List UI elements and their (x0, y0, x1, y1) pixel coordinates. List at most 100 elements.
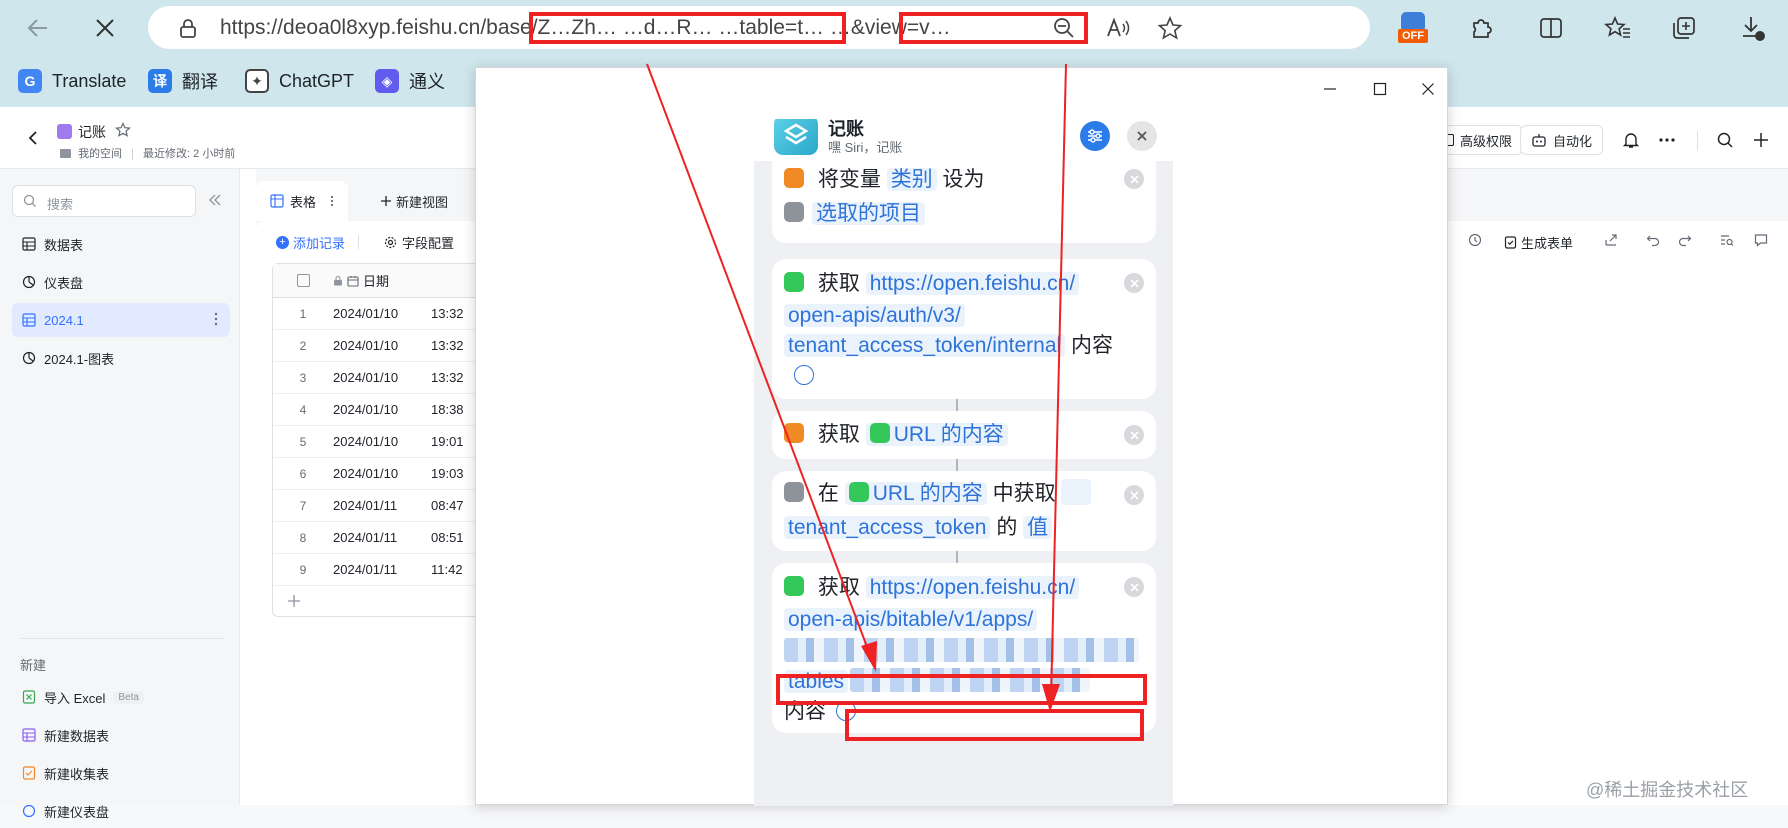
row-date[interactable]: 2024/01/10 (333, 370, 431, 385)
row-date[interactable]: 2024/01/11 (333, 562, 431, 577)
stop-button[interactable] (85, 8, 125, 48)
back-button[interactable] (18, 8, 58, 48)
excel-icon (22, 690, 36, 704)
find-icon[interactable] (1720, 233, 1734, 247)
date-column-header[interactable]: 日期 (363, 271, 389, 290)
new-dashboard-item[interactable]: 新建仪表盘 (12, 794, 230, 828)
star-icon[interactable] (115, 122, 131, 138)
extensions-puzzle-icon[interactable] (1463, 10, 1499, 46)
row-date[interactable]: 2024/01/11 (333, 530, 431, 545)
read-aloud-icon[interactable] (1104, 14, 1132, 42)
action-get-url-contents[interactable]: 获取 URL 的内容 (772, 411, 1156, 459)
share-icon[interactable] (1604, 233, 1618, 247)
plus-icon[interactable] (1748, 127, 1774, 153)
tab-new-view[interactable]: 新建视图 (366, 181, 462, 221)
dict-type-token[interactable] (1061, 479, 1092, 505)
row-date[interactable]: 2024/01/10 (333, 434, 431, 449)
expand-chevron-icon[interactable] (794, 365, 814, 385)
remove-action-button[interactable] (1124, 425, 1144, 445)
lock-icon[interactable] (174, 14, 202, 42)
remove-action-button[interactable] (1124, 169, 1144, 189)
remove-action-button[interactable] (1124, 485, 1144, 505)
action-get-token-url[interactable]: 获取 https://open.feishu.cn/ open-apis/aut… (772, 259, 1156, 399)
row-date[interactable]: 2024/01/10 (333, 402, 431, 417)
row-date[interactable]: 2024/01/11 (333, 498, 431, 513)
expand-chevron-icon[interactable] (835, 701, 856, 721)
variable-token-category[interactable]: 类别 (886, 168, 937, 191)
bookmark-chatgpt[interactable]: ✦ ChatGPT (245, 65, 354, 97)
undo-icon[interactable] (1646, 233, 1660, 247)
row-date[interactable]: 2024/01/10 (333, 338, 431, 353)
bookmark-tongyi[interactable]: ◈ 通义 (375, 65, 445, 97)
favorite-star-icon[interactable] (1156, 14, 1184, 42)
automation-button[interactable]: 自动化 (1520, 125, 1604, 155)
dict-source-token[interactable]: URL 的内容 (844, 482, 987, 505)
row-number: 9 (299, 562, 307, 577)
tab-grid-view[interactable]: 表格 (256, 181, 349, 221)
selected-item-token[interactable]: 选取的项目 (812, 202, 925, 225)
redo-icon[interactable] (1678, 233, 1692, 247)
close-editor-button[interactable] (1127, 121, 1157, 151)
sidebar-search-input[interactable]: 搜索 (12, 185, 196, 217)
extension-badge[interactable]: OFF (1398, 12, 1428, 44)
dict-key-token[interactable]: tenant_access_token (784, 516, 991, 539)
bookmark-fanyi[interactable]: 译 翻译 (148, 65, 218, 97)
remove-action-button[interactable] (1124, 273, 1144, 293)
generate-form-button[interactable]: 生成表单 (1504, 233, 1573, 252)
dashboard-icon (22, 804, 36, 818)
maximize-button[interactable] (1365, 76, 1395, 102)
shortcut-editor: 记账 嘿 Siri，记账 将变量 类别 设为 选取的项目 获取 https://… (754, 119, 1173, 806)
comment-icon[interactable] (1754, 233, 1768, 247)
tab-more-icon[interactable] (330, 195, 334, 207)
redacted-table-id[interactable] (850, 668, 1091, 692)
bitable-url-part2[interactable]: open-apis/bitable/v1/apps/ (784, 608, 1038, 631)
sidebar-item-datatable[interactable]: 数据表 (12, 227, 230, 261)
minimize-button[interactable] (1315, 76, 1345, 102)
zoom-out-icon[interactable] (1050, 14, 1078, 42)
token-url-part2[interactable]: open-apis/auth/v3/ (784, 304, 965, 327)
new-section-label: 新建 (20, 658, 47, 673)
history-icon[interactable] (1468, 233, 1482, 247)
collapse-sidebar-icon[interactable] (208, 193, 222, 207)
favorites-icon[interactable] (1600, 10, 1636, 46)
dict-value-token[interactable]: 值 (1023, 516, 1053, 539)
field-config-button[interactable]: 字段配置 (384, 233, 454, 252)
bookmark-translate[interactable]: G Translate (18, 65, 126, 97)
new-datatable-item[interactable]: 新建数据表 (12, 718, 230, 752)
address-bar[interactable]: https://deoa0l8xyp.feishu.cn/base/Z…Zh… … (148, 6, 1370, 49)
close-icon (1137, 131, 1147, 141)
action-get-bitable-url[interactable]: 获取 https://open.feishu.cn/ open-apis/bit… (772, 563, 1156, 733)
search-icon[interactable] (1712, 127, 1738, 153)
new-form-item[interactable]: 新建收集表 (12, 756, 230, 790)
more-icon[interactable] (1654, 127, 1680, 153)
bell-icon[interactable] (1618, 127, 1644, 153)
bitable-url-part4[interactable]: tables (784, 670, 849, 693)
split-screen-icon[interactable] (1533, 10, 1569, 46)
select-all-checkbox[interactable] (273, 274, 333, 287)
action-get-dictionary-value[interactable]: 在 URL 的内容 中获取 tenant_access_token 的 值 (772, 471, 1156, 551)
row-date[interactable]: 2024/01/10 (333, 466, 431, 481)
url-contents-token[interactable]: URL 的内容 (865, 423, 1008, 446)
sidebar-item-dashboard[interactable]: 仪表盘 (12, 265, 230, 299)
downloads-icon[interactable] (1735, 10, 1771, 46)
doc-location[interactable]: 我的空间 (78, 148, 122, 160)
tongyi-icon: ◈ (375, 69, 399, 93)
sidebar-divider (20, 638, 224, 639)
close-window-button[interactable] (1413, 76, 1443, 102)
token-url-part1[interactable]: https://open.feishu.cn/ (865, 272, 1080, 295)
import-excel-item[interactable]: 导入 Excel Beta (12, 680, 230, 714)
bitable-url-part1[interactable]: https://open.feishu.cn/ (865, 576, 1080, 599)
collections-icon[interactable] (1666, 10, 1702, 46)
token-url-part3[interactable]: tenant_access_token/internal (784, 334, 1066, 357)
sidebar-item-2024-1-chart[interactable]: 2024.1-图表 (12, 341, 230, 375)
redacted-app-token[interactable] (784, 638, 1139, 662)
settings-sliders-icon[interactable] (1080, 121, 1110, 151)
sidebar-item-2024-1[interactable]: 2024.1 (12, 303, 230, 337)
remove-action-button[interactable] (1124, 577, 1144, 597)
chevron-left-icon[interactable] (20, 125, 46, 151)
add-record-button[interactable]: + 添加记录 (276, 233, 345, 252)
action-set-variable[interactable]: 将变量 类别 设为 选取的项目 (772, 161, 1156, 243)
row-date[interactable]: 2024/01/10 (333, 306, 431, 321)
doc-title[interactable]: 记账 (78, 122, 106, 142)
item-more-icon[interactable] (214, 312, 218, 326)
